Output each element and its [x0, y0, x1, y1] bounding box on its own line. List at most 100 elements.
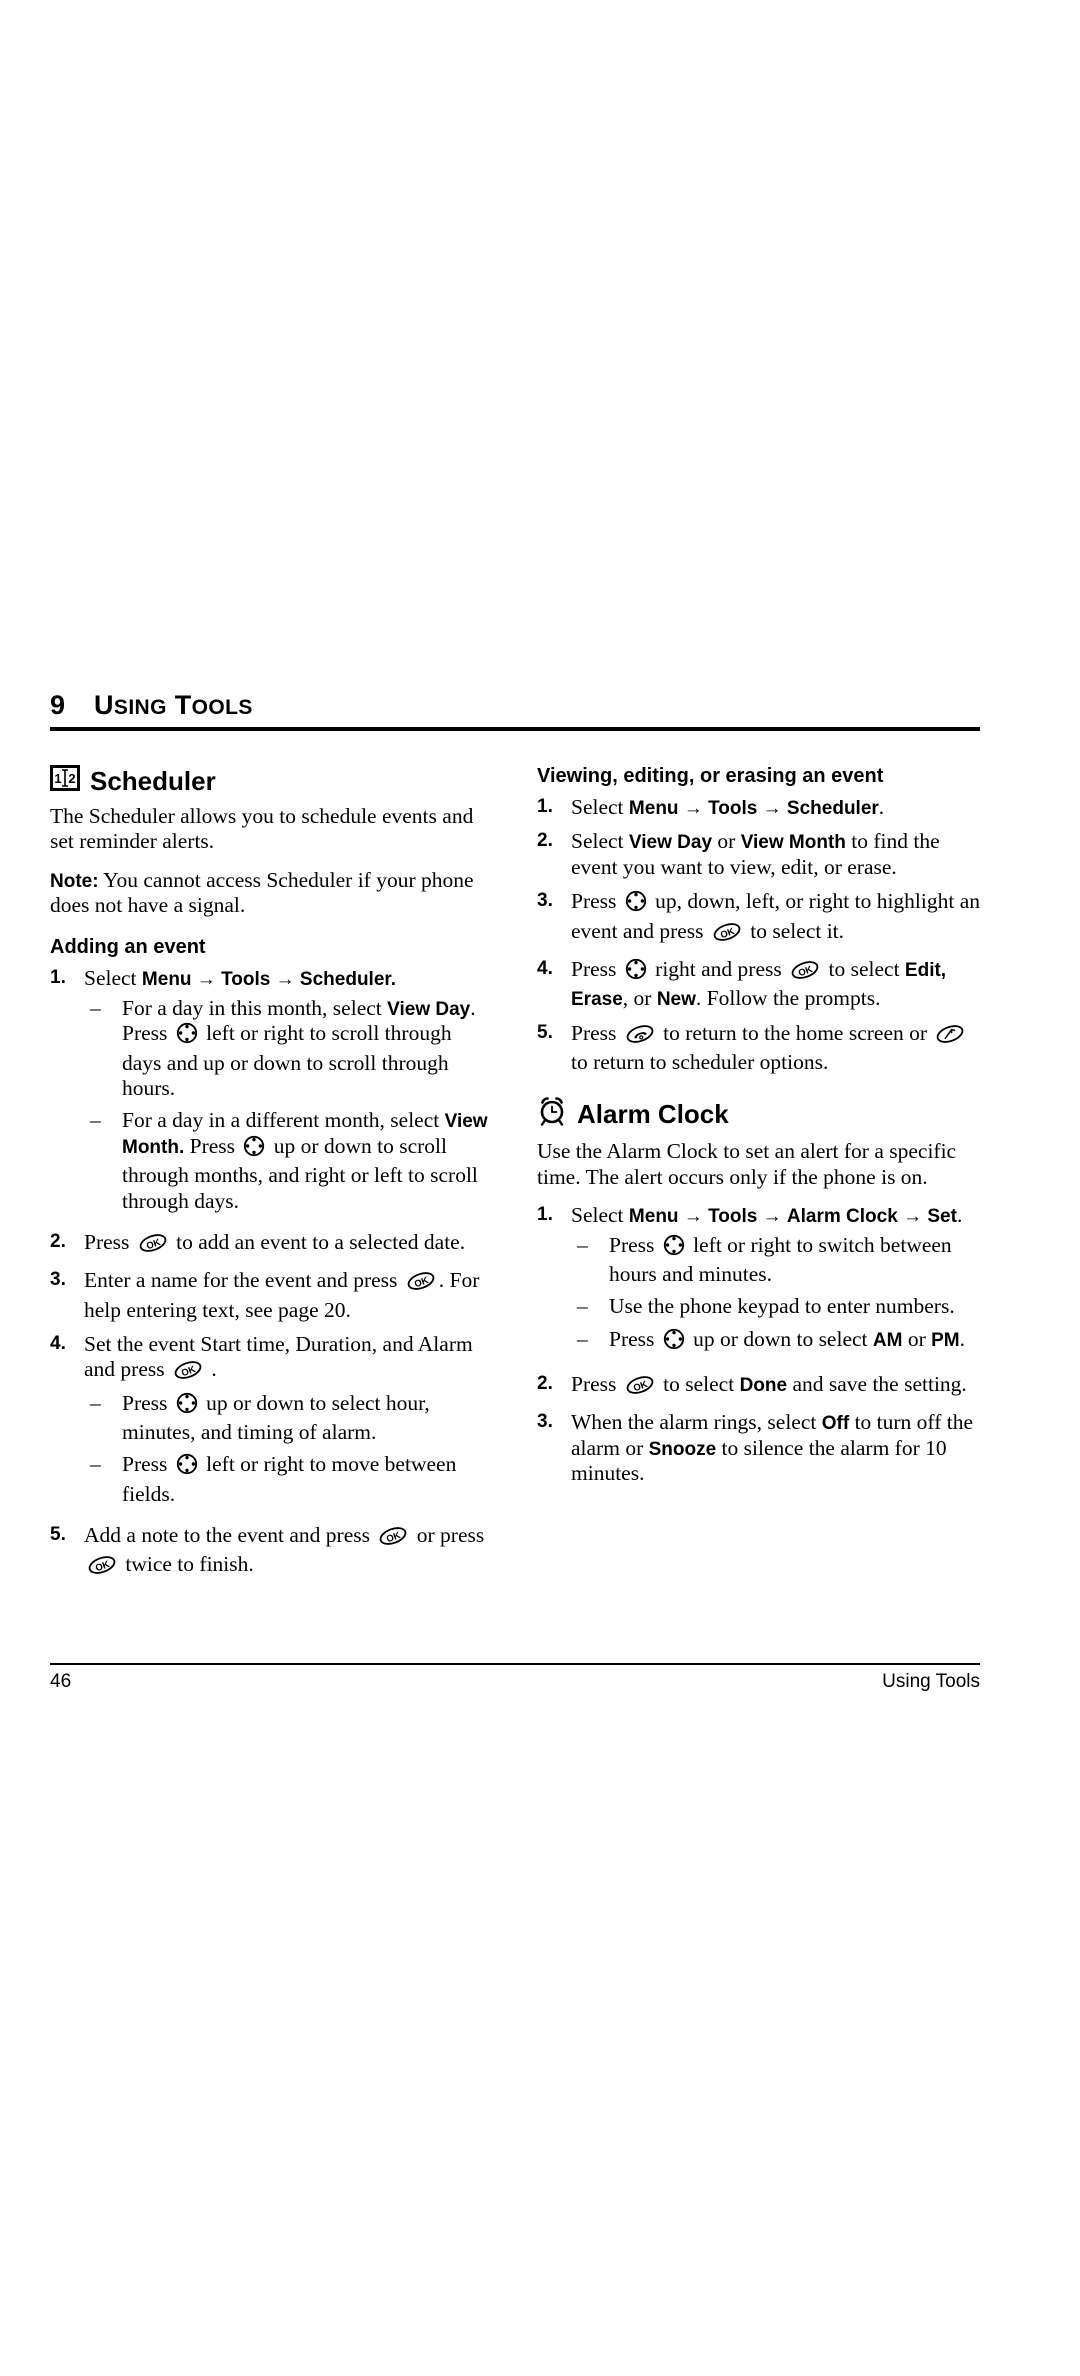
- ok-key-icon: OK: [625, 1375, 655, 1401]
- svg-text:OK: OK: [385, 1530, 402, 1545]
- step-text: Press up, down, left, or right to highli…: [571, 889, 980, 948]
- right-column: Viewing, editing, or erasing an event 1.…: [537, 765, 980, 1495]
- emphasis-term: Erase: [571, 989, 623, 1011]
- step-text: Select View Day or View Month to find th…: [571, 829, 940, 879]
- emphasis-term: AM: [872, 1329, 903, 1351]
- chapter-number: 9: [50, 690, 66, 720]
- two-column-body: 1 2 Scheduler The Scheduler allows you t…: [50, 765, 1030, 1591]
- ok-key-icon: OK: [406, 1271, 436, 1297]
- sub-step-dash: –: [90, 1108, 101, 1133]
- emphasis-term: Off: [821, 1413, 850, 1435]
- numbered-step: 3. Press up, down, left, or right to high…: [537, 889, 980, 948]
- sub-step: – For a day in this month, select View Da…: [84, 996, 493, 1101]
- note-label: Note:: [50, 870, 99, 892]
- emphasis-term: View Month: [740, 832, 846, 854]
- chapter-header: 9 USING TOOLS: [50, 690, 1030, 727]
- sub-step: – Press left or right to move between fie…: [84, 1452, 493, 1507]
- viewing-editing-erasing-subheading: Viewing, editing, or erasing an event: [537, 765, 884, 787]
- emphasis-term: Set: [927, 1206, 957, 1228]
- ok-key-icon: OK: [87, 1555, 117, 1581]
- scheduler-note: Note: You cannot access Scheduler if you…: [50, 868, 493, 919]
- sub-step-dash: –: [577, 1232, 588, 1257]
- nav-key-icon: [625, 958, 647, 986]
- footer-running-title: Using Tools: [882, 1671, 980, 1692]
- menu-path-arrow: →: [678, 798, 709, 819]
- step-number: 1.: [50, 967, 66, 989]
- sub-step: – Press up or down to select AM or PM.: [571, 1327, 980, 1356]
- svg-text:OK: OK: [180, 1364, 197, 1379]
- emphasis-term: View Day: [387, 998, 471, 1020]
- numbered-step: 2. Press OK to add an event to a selected…: [50, 1230, 493, 1259]
- step-number: 5.: [50, 1524, 66, 1546]
- step-text: Select Menu → Tools → Scheduler. – For a d…: [84, 966, 493, 1220]
- manual-page: 9 USING TOOLS 1 2 Scheduler The Schedule…: [50, 690, 1030, 1591]
- nav-key-icon: [176, 1453, 198, 1481]
- scheduler-intro: The Scheduler allows you to schedule eve…: [50, 804, 474, 854]
- step-text: When the alarm rings, select Off to turn…: [571, 1410, 973, 1486]
- sub-step-text: For a day in a different month, select V…: [122, 1108, 488, 1213]
- nav-key-icon: [625, 890, 647, 918]
- emphasis-term: Edit,: [904, 959, 947, 981]
- nav-key-icon: [243, 1135, 265, 1163]
- emphasis-term: Scheduler: [786, 798, 879, 819]
- sub-step-text: Press up or down to select AM or PM.: [609, 1327, 980, 1356]
- emphasis-term: Scheduler.: [299, 969, 397, 991]
- footer-page-number: 46: [50, 1671, 72, 1692]
- step-number: 5.: [537, 1021, 553, 1043]
- svg-text:OK: OK: [145, 1237, 162, 1252]
- emphasis-term: Menu: [628, 798, 679, 819]
- nav-key-icon: [663, 1328, 685, 1356]
- numbered-step: 1. Select Menu → Tools → Scheduler. – For a…: [50, 966, 493, 1220]
- emphasis-term: Snooze: [648, 1438, 717, 1460]
- step-text: Select Menu → Tools → Alarm Clock → Set.…: [571, 1203, 980, 1363]
- sub-step: – Use the phone keypad to enter numbers.: [571, 1294, 980, 1319]
- svg-text:1: 1: [54, 771, 61, 786]
- sub-step-text: Press left or right to move between fiel…: [122, 1452, 457, 1506]
- step-number: 3.: [537, 890, 553, 912]
- nav-key-icon: [176, 1392, 198, 1420]
- ok-key-icon: OK: [138, 1233, 168, 1259]
- emphasis-term: Menu: [628, 1206, 679, 1228]
- end-call-key-icon: [625, 1024, 655, 1050]
- left-column: 1 2 Scheduler The Scheduler allows you t…: [50, 765, 493, 1591]
- step-number: 2.: [537, 830, 553, 852]
- ok-key-icon: OK: [712, 922, 742, 948]
- alarm-clock-section-heading: Alarm Clock: [537, 1097, 980, 1131]
- menu-path-arrow: →: [678, 1206, 709, 1228]
- viewing-editing-erasing-steps: 1. Select Menu → Tools → Scheduler. 2. Sele…: [537, 795, 980, 1075]
- adding-an-event-steps: 1. Select Menu → Tools → Scheduler. – For a…: [50, 966, 493, 1581]
- numbered-step: 2. Press OK to select Done and save the s…: [537, 1372, 980, 1401]
- step-number: 2.: [537, 1372, 553, 1394]
- menu-path-arrow: →: [897, 1206, 928, 1228]
- menu-path-arrow: →: [270, 969, 300, 991]
- step-text: Press to return to the home screen or to…: [571, 1021, 980, 1076]
- scheduler-heading-label: Scheduler: [90, 765, 216, 796]
- sub-step-text: Use the phone keypad to enter numbers.: [609, 1294, 955, 1319]
- back-key-icon: [935, 1024, 965, 1050]
- emphasis-term: Tools: [708, 798, 758, 819]
- emphasis-term: Menu: [141, 969, 192, 991]
- sub-step-text: Press left or right to switch between ho…: [609, 1232, 952, 1286]
- sub-step-dash: –: [577, 1326, 588, 1351]
- ok-key-icon: OK: [378, 1526, 408, 1552]
- emphasis-term: View Day: [628, 832, 713, 854]
- numbered-step: 3. Enter a name for the event and press O…: [50, 1268, 493, 1323]
- sub-step-dash: –: [90, 995, 101, 1020]
- step-text: Press right and press OK to select Edit,…: [571, 956, 947, 1011]
- header-divider: [50, 727, 980, 731]
- page-footer: 46 Using Tools: [50, 1663, 980, 1693]
- step-text: Press OK to add an event to a selected d…: [84, 1230, 493, 1259]
- sub-step-dash: –: [90, 1390, 101, 1415]
- emphasis-term: Alarm Clock: [786, 1206, 898, 1228]
- step-number: 4.: [50, 1332, 66, 1354]
- sub-step: – Press left or right to switch between h…: [571, 1233, 980, 1288]
- emphasis-term: PM: [931, 1329, 960, 1351]
- menu-path-arrow: →: [191, 969, 222, 991]
- step-text: Add a note to the event and press OK or …: [84, 1523, 493, 1582]
- alarm-clock-icon: [537, 1097, 567, 1131]
- alarm-clock-heading-label: Alarm Clock: [577, 1099, 729, 1130]
- scheduler-calendar-icon: 1 2: [50, 765, 80, 796]
- emphasis-term: View Month.: [122, 1111, 488, 1158]
- svg-text:OK: OK: [719, 925, 736, 940]
- svg-text:OK: OK: [632, 1379, 649, 1394]
